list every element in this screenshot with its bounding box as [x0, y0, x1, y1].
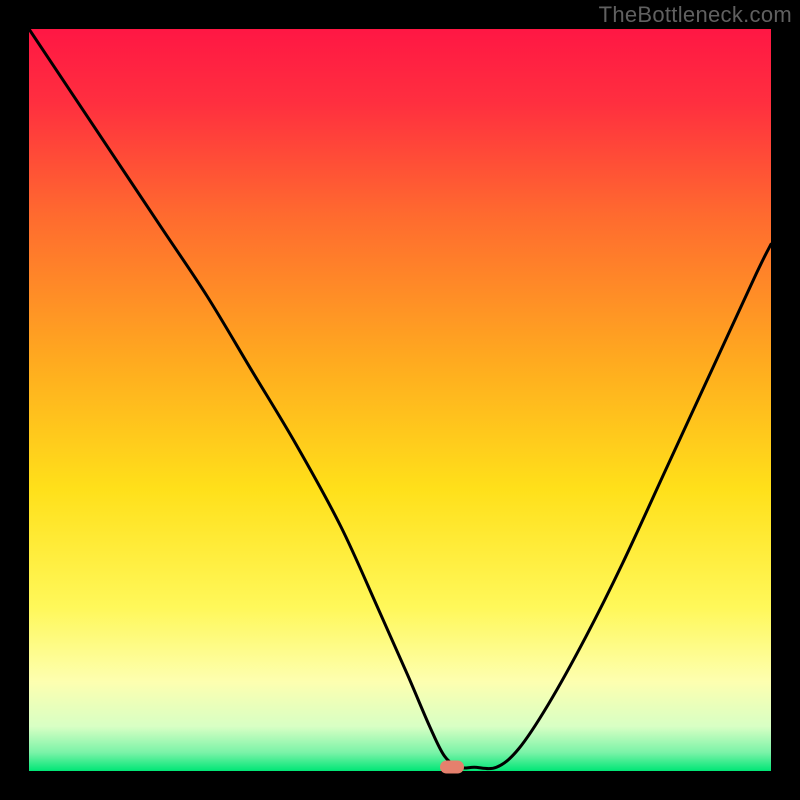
watermark-text: TheBottleneck.com — [599, 2, 792, 28]
chart-frame: TheBottleneck.com — [0, 0, 800, 800]
optimal-marker — [440, 761, 464, 774]
chart-svg — [29, 29, 771, 771]
plot-area — [29, 29, 771, 771]
